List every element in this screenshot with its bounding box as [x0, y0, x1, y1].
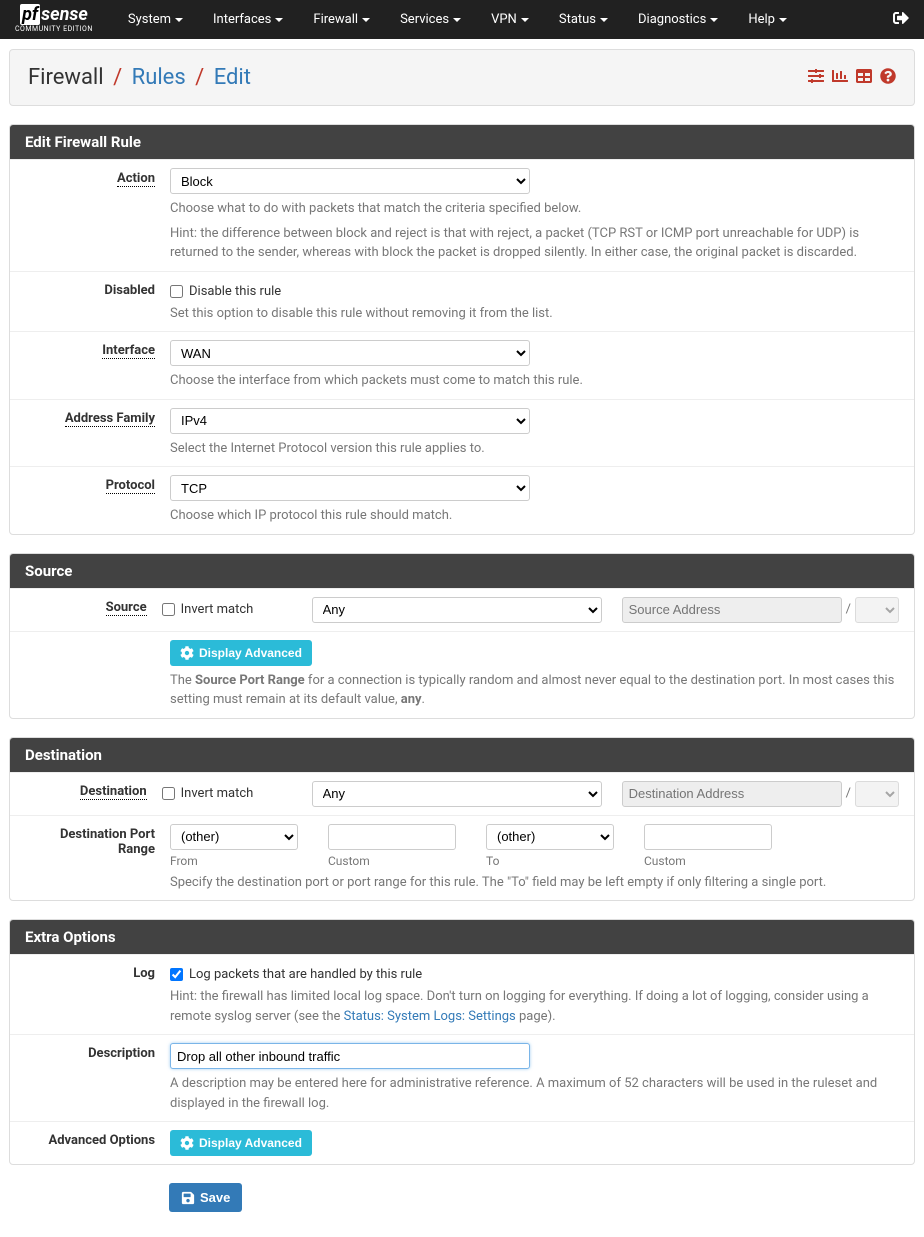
label-description: Description	[25, 1043, 170, 1113]
destination-panel: Destination Destination Invert match Any…	[9, 737, 915, 902]
label-protocol: Protocol	[106, 478, 155, 494]
panel-header-destination: Destination	[10, 738, 914, 772]
sliders-icon[interactable]	[808, 68, 824, 88]
protocol-help: Choose which IP protocol this rule shoul…	[170, 506, 899, 526]
label-dest-port-range: Destination Port Range	[25, 824, 170, 893]
label-destination: Destination	[80, 784, 147, 800]
panel-header-extra: Extra Options	[10, 920, 914, 954]
label-action: Action	[117, 171, 155, 187]
cog-icon	[180, 1136, 194, 1150]
breadcrumb-panel: Firewall / Rules / Edit	[9, 49, 915, 106]
source-mask-select	[855, 597, 899, 623]
edit-rule-panel: Edit Firewall Rule Action Block Choose w…	[9, 124, 915, 535]
cog-icon	[180, 646, 194, 660]
chart-icon[interactable]	[832, 68, 848, 88]
label-interface: Interface	[102, 343, 155, 359]
nav-status[interactable]: Status	[544, 2, 623, 37]
dest-invert-checkbox[interactable]	[162, 787, 175, 800]
dest-type-select[interactable]: Any	[312, 781, 602, 807]
interface-select[interactable]: WAN	[170, 340, 530, 366]
breadcrumb-current: Edit	[214, 65, 251, 90]
source-invert-checkbox[interactable]	[162, 603, 175, 616]
breadcrumb: Firewall / Rules / Edit	[28, 65, 251, 90]
address-family-select[interactable]: IPv4	[170, 408, 530, 434]
list-icon[interactable]	[856, 68, 872, 88]
syslog-link[interactable]: Status: System Logs: Settings	[344, 1009, 516, 1024]
action-help: Choose what to do with packets that matc…	[170, 199, 899, 219]
label-advanced: Advanced Options	[25, 1130, 170, 1156]
panel-header-edit: Edit Firewall Rule	[10, 125, 914, 159]
panel-header-source: Source	[10, 554, 914, 588]
nav-menu: System Interfaces Firewall Services VPN …	[113, 2, 802, 37]
nav-system[interactable]: System	[113, 2, 198, 37]
logo[interactable]: pfsense COMMUNITY EDITION	[15, 6, 93, 33]
dest-port-from-custom[interactable]	[328, 824, 456, 850]
label-disabled: Disabled	[25, 280, 170, 324]
interface-help: Choose the interface from which packets …	[170, 371, 899, 391]
nav-vpn[interactable]: VPN	[476, 2, 544, 37]
save-icon	[181, 1191, 195, 1205]
action-select[interactable]: Block	[170, 168, 530, 194]
help-icon[interactable]	[880, 68, 896, 88]
label-addrfam: Address Family	[65, 411, 155, 427]
label-log: Log	[25, 963, 170, 1026]
protocol-select[interactable]: TCP	[170, 475, 530, 501]
source-type-select[interactable]: Any	[312, 597, 602, 623]
source-help: The Source Port Range for a connection i…	[170, 671, 899, 710]
dest-port-from-select[interactable]: (other)	[170, 824, 298, 850]
action-hint: Hint: the difference between block and r…	[170, 224, 899, 263]
source-panel: Source Source Invert match Any /	[9, 553, 915, 719]
label-source: Source	[106, 600, 147, 616]
dest-mask-select	[855, 781, 899, 807]
disabled-help: Set this option to disable this rule wit…	[170, 304, 899, 324]
nav-interfaces[interactable]: Interfaces	[198, 2, 298, 37]
advanced-display-button[interactable]: Display Advanced	[170, 1130, 312, 1156]
nav-firewall[interactable]: Firewall	[298, 2, 385, 37]
nav-services[interactable]: Services	[385, 2, 476, 37]
dest-port-to-select[interactable]: (other)	[486, 824, 614, 850]
description-input[interactable]	[170, 1043, 530, 1069]
save-button[interactable]: Save	[169, 1183, 242, 1212]
addrfam-help: Select the Internet Protocol version thi…	[170, 439, 899, 459]
source-display-advanced-button[interactable]: Display Advanced	[170, 640, 312, 666]
top-navbar: pfsense COMMUNITY EDITION System Interfa…	[0, 0, 924, 39]
disabled-checkbox[interactable]	[170, 285, 183, 298]
log-checkbox[interactable]	[170, 968, 183, 981]
dest-address-input	[622, 781, 842, 807]
extra-options-panel: Extra Options Log Log packets that are h…	[9, 919, 915, 1165]
breadcrumb-root[interactable]: Firewall	[28, 65, 104, 90]
nav-help[interactable]: Help	[733, 2, 802, 37]
source-address-input	[622, 597, 842, 623]
dest-port-to-custom[interactable]	[644, 824, 772, 850]
breadcrumb-rules[interactable]: Rules	[132, 65, 186, 90]
description-help: A description may be entered here for ad…	[170, 1074, 899, 1113]
logout-icon[interactable]	[893, 10, 909, 30]
log-hint: Hint: the firewall has limited local log…	[170, 987, 899, 1026]
dest-port-help: Specify the destination port or port ran…	[170, 873, 899, 893]
nav-diagnostics[interactable]: Diagnostics	[623, 2, 733, 37]
